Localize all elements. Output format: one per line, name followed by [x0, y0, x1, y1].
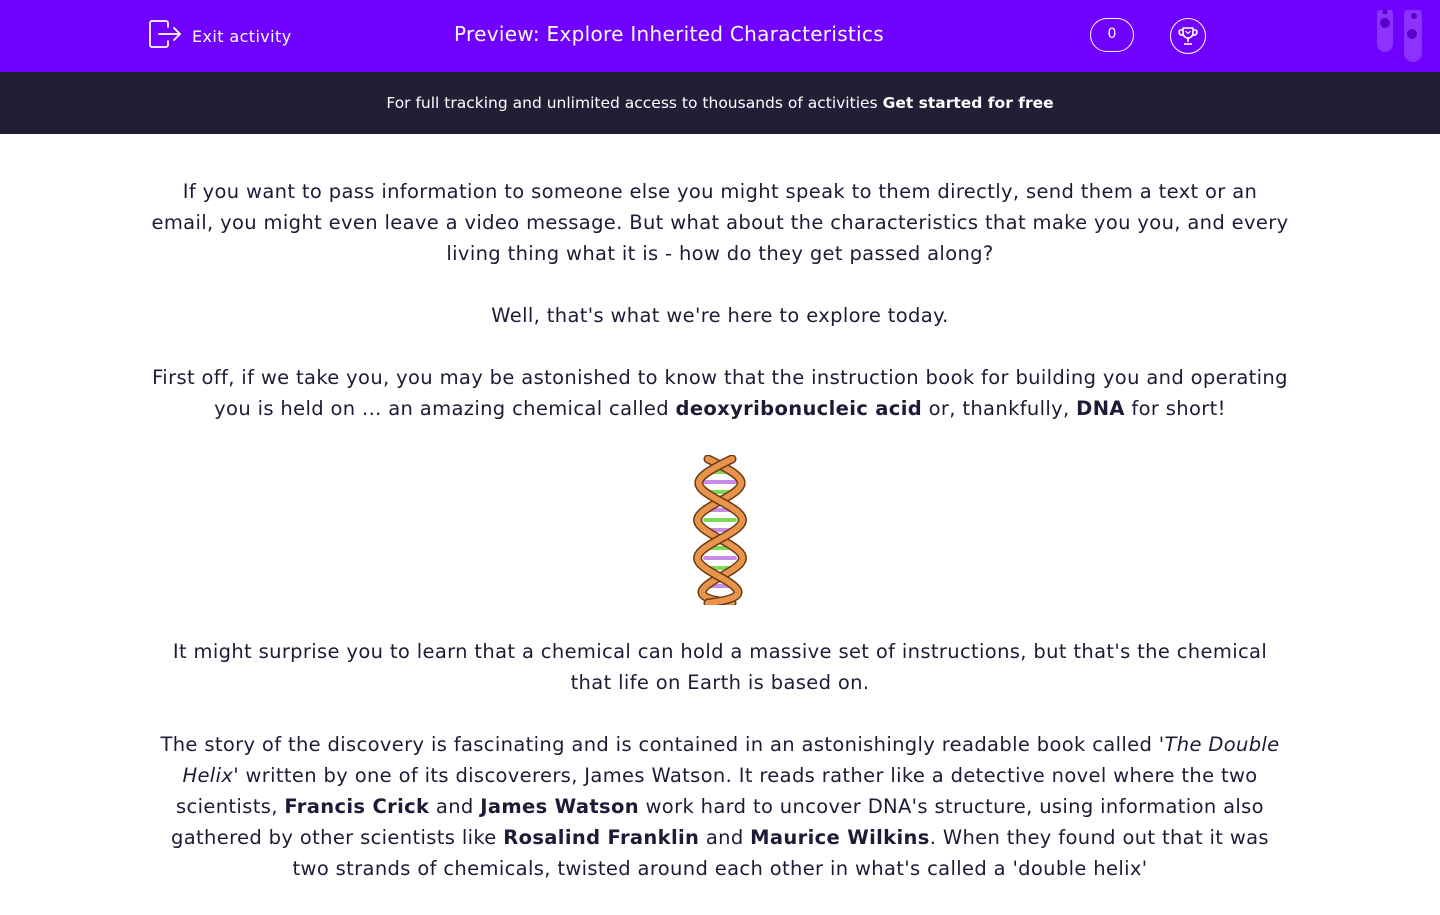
name-james-watson: James Watson [480, 795, 639, 818]
term-deoxyribonucleic-acid: deoxyribonucleic acid [675, 397, 923, 420]
trophy-icon [1178, 27, 1198, 45]
exit-activity-label: Exit activity [192, 26, 292, 46]
name-francis-crick: Francis Crick [284, 795, 430, 818]
page-title: Preview: Explore Inherited Characteristi… [454, 22, 884, 46]
dna-helix-icon [693, 455, 747, 605]
dna-illustration [150, 455, 1290, 605]
paragraph-intro: If you want to pass information to someo… [151, 180, 1289, 265]
exit-icon [148, 19, 182, 53]
lesson-content: If you want to pass information to someo… [150, 176, 1290, 915]
term-dna: DNA [1076, 397, 1125, 420]
score-badge: 0 [1090, 18, 1134, 52]
paragraph-surprise: It might surprise you to learn that a ch… [172, 640, 1268, 694]
promo-banner: For full tracking and unlimited access t… [0, 72, 1440, 134]
name-maurice-wilkins: Maurice Wilkins [750, 826, 930, 849]
paragraph-discovery: The story of the discovery is fascinatin… [160, 733, 1280, 880]
trophy-button[interactable] [1170, 18, 1206, 54]
top-bar: Exit activity Preview: Explore Inherited… [0, 0, 1440, 72]
promo-text: For full tracking and unlimited access t… [386, 94, 878, 112]
get-started-link[interactable]: Get started for free [883, 94, 1054, 112]
exit-activity-button[interactable]: Exit activity [148, 20, 292, 52]
name-rosalind-franklin: Rosalind Franklin [503, 826, 700, 849]
paragraph-dna: First off, if we take you, you may be as… [152, 366, 1288, 420]
paragraph-explore: Well, that's what we're here to explore … [491, 304, 949, 327]
test-tubes-icon [1376, 6, 1426, 64]
